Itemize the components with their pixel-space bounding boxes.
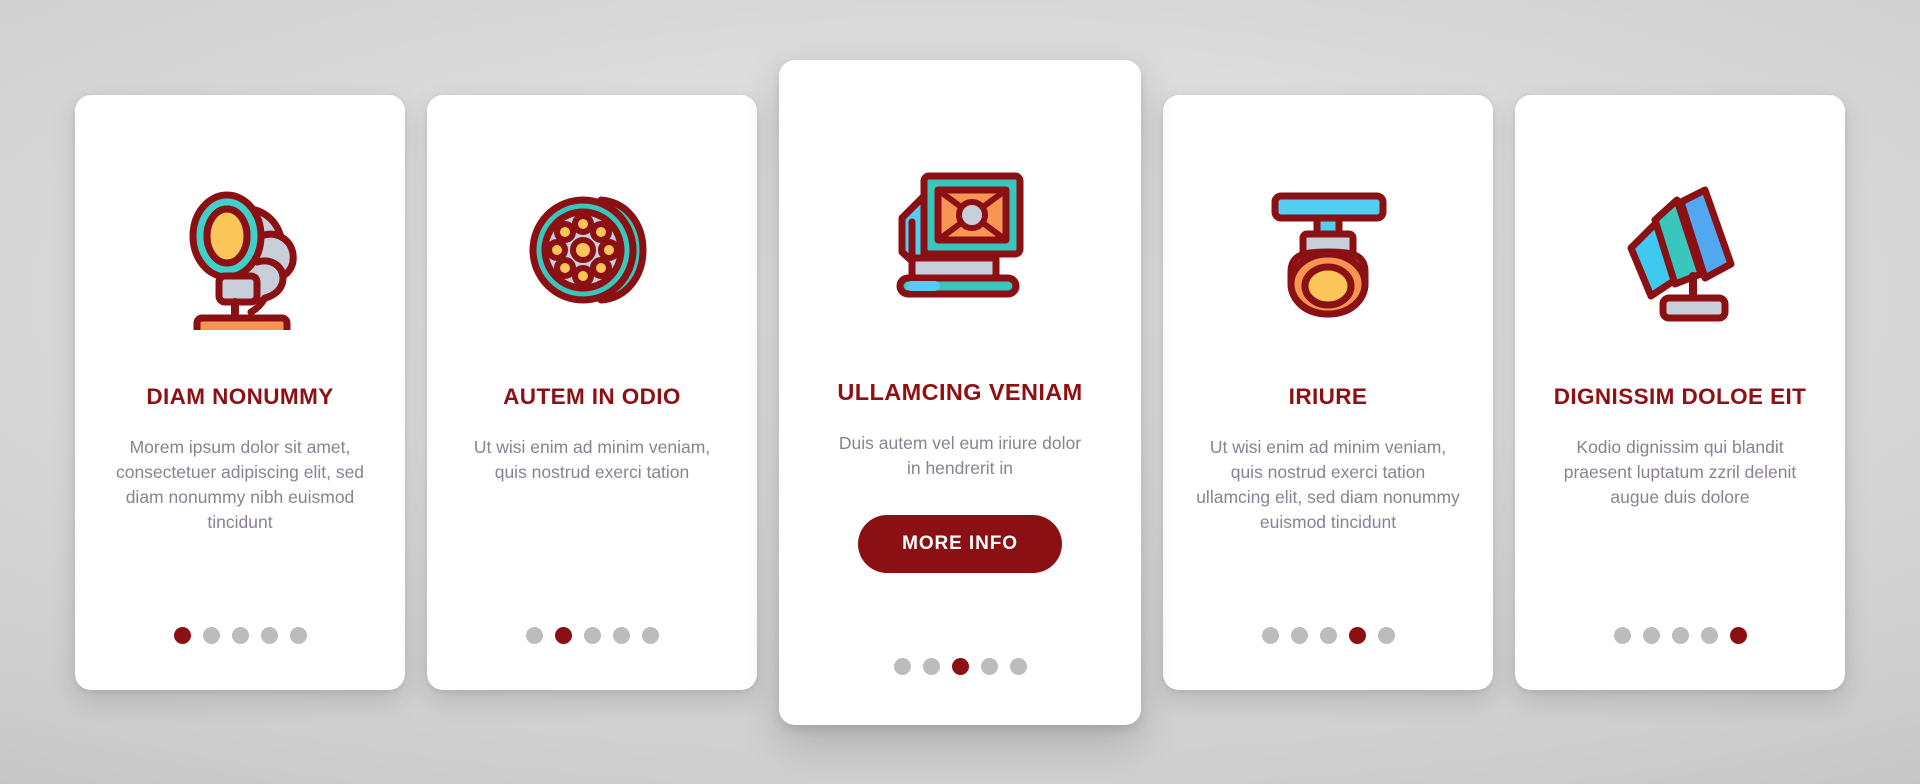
pagination-dot-5[interactable]: [1009, 657, 1027, 675]
card-body: Ut wisi enim ad minim veniam, quis nostr…: [1196, 437, 1460, 532]
pagination-dot-3[interactable]: [1319, 626, 1337, 644]
pagination-dot-2[interactable]: [202, 626, 220, 644]
pagination-dot-2[interactable]: [1642, 626, 1660, 644]
onboarding-card-1[interactable]: DIAM NONUMMY Morem ipsum dolor sit amet,…: [75, 94, 405, 690]
pagination-dot-1[interactable]: [173, 626, 191, 644]
pagination-dot-2[interactable]: [922, 657, 940, 675]
pagination-dot-5[interactable]: [1729, 626, 1747, 644]
pagination-dot-3[interactable]: [583, 626, 601, 644]
pagination-dots: [1515, 626, 1845, 644]
pagination-dot-2[interactable]: [554, 626, 572, 644]
pagination-dot-4[interactable]: [980, 657, 998, 675]
card-title: DIAM NONUMMY: [146, 383, 334, 409]
card-body: Morem ipsum dolor sit amet, consectetuer…: [115, 437, 365, 532]
pagination-dot-3[interactable]: [231, 626, 249, 644]
pagination-dot-4[interactable]: [612, 626, 630, 644]
pagination-dot-5[interactable]: [1377, 626, 1395, 644]
onboarding-card-4[interactable]: IRIURE Ut wisi enim ad minim veniam, qui…: [1163, 94, 1493, 690]
pagination-dot-4[interactable]: [260, 626, 278, 644]
card-body: Kodio dignissim qui blandit praesent lup…: [1563, 437, 1797, 507]
card-title: ULLAMCING VENIAM: [837, 378, 1083, 405]
studio-light-stand-icon: [1541, 125, 1819, 385]
ring-led-light-icon: [453, 125, 731, 385]
pagination-dots: [1163, 626, 1493, 644]
pagination-dot-4[interactable]: [1700, 626, 1718, 644]
pagination-dot-1[interactable]: [1613, 626, 1631, 644]
card-title: DIGNISSIM DOLOE EIT: [1553, 383, 1807, 409]
card-body: Ut wisi enim ad minim veniam, quis nostr…: [473, 437, 711, 483]
pagination-dot-1[interactable]: [1261, 626, 1279, 644]
ceiling-spotlight-icon: [1189, 125, 1467, 385]
pagination-dots: [427, 626, 757, 644]
pagination-dot-3[interactable]: [1671, 626, 1689, 644]
pagination-dot-4[interactable]: [1348, 626, 1366, 644]
card-title: AUTEM IN ODIO: [503, 383, 681, 409]
card-body: Duis autem vel eum iriure dolor in hendr…: [838, 433, 1082, 479]
pagination-dot-5[interactable]: [289, 626, 307, 644]
onboarding-card-3[interactable]: ULLAMCING VENIAM Duis autem vel eum iriu…: [779, 59, 1141, 725]
pagination-dot-5[interactable]: [641, 626, 659, 644]
pagination-dot-1[interactable]: [525, 626, 543, 644]
pagination-dot-2[interactable]: [1290, 626, 1308, 644]
more-info-button[interactable]: MORE INFO: [858, 515, 1062, 574]
card-title: IRIURE: [1288, 383, 1368, 409]
pagination-dots: [779, 657, 1141, 675]
pagination-dot-3[interactable]: [951, 657, 969, 675]
onboarding-card-5[interactable]: DIGNISSIM DOLOE EIT Kodio dignissim qui …: [1515, 94, 1845, 690]
pagination-dot-1[interactable]: [893, 657, 911, 675]
onboarding-card-2[interactable]: AUTEM IN ODIO Ut wisi enim ad minim veni…: [427, 94, 757, 690]
onboarding-card-row: DIAM NONUMMY Morem ipsum dolor sit amet,…: [0, 0, 1920, 784]
spotlight-on-base-icon: [101, 125, 379, 385]
pagination-dots: [75, 626, 405, 644]
softbox-panel-light-icon: [805, 90, 1115, 380]
